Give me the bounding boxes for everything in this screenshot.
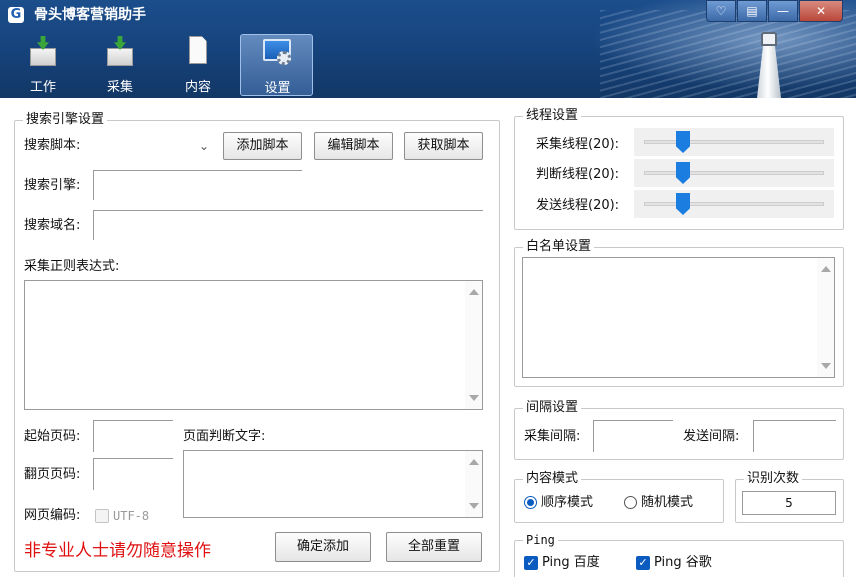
app-window: G 骨头博客营销助手 ♡ ▤ — ✕ 工作 采集 内容 设置 搜索引擎设置 搜索… [0, 0, 856, 577]
page-judge-label: 页面判断文字: [183, 429, 266, 444]
interval-group-title: 间隔设置 [523, 399, 582, 417]
threads-group-title: 线程设置 [523, 107, 582, 125]
utf8-checkbox[interactable] [95, 509, 109, 523]
confirm-add-button[interactable]: 确定添加 [275, 532, 371, 562]
get-script-button[interactable]: 获取脚本 [404, 132, 483, 160]
ping-google-label: Ping 谷歌 [654, 555, 712, 570]
minimize-icon: — [777, 4, 789, 18]
minimize-button[interactable]: — [768, 0, 798, 22]
collect-interval-input[interactable] [593, 420, 673, 452]
reset-all-button[interactable]: 全部重置 [386, 532, 482, 562]
collect-threads-label: 采集线程(20): [536, 137, 620, 152]
send-threads-thumb[interactable] [676, 193, 690, 215]
send-interval-label: 发送间隔: [683, 429, 740, 444]
whitelist-group-title: 白名单设置 [523, 238, 595, 256]
scroll-down-icon[interactable] [469, 503, 479, 509]
content-mode-group-title: 内容模式 [523, 470, 582, 488]
settings-panel: 搜索引擎设置 搜索脚本: ⌄ 添加脚本 编辑脚本 获取脚本 搜索引擎: 搜索域名… [0, 98, 856, 577]
page-turn-label: 翻页页码: [24, 467, 81, 482]
app-logo-icon: G [8, 7, 24, 23]
sequential-mode-label: 顺序模式 [541, 495, 594, 510]
whitelist-textarea[interactable] [522, 257, 835, 378]
collect-interval-label: 采集间隔: [524, 429, 581, 444]
regex-textarea[interactable] [24, 280, 483, 410]
regex-scrollbar[interactable] [465, 281, 482, 409]
add-script-button[interactable]: 添加脚本 [223, 132, 302, 160]
encoding-label: 网页编码: [24, 508, 81, 523]
scroll-up-icon[interactable] [821, 266, 831, 272]
search-domain-input[interactable] [93, 210, 483, 240]
sequential-mode-radio[interactable] [524, 496, 537, 509]
toolbar-content-label: 内容 [184, 80, 211, 95]
random-mode-label: 随机模式 [641, 495, 694, 510]
toolbar-collect-label: 采集 [106, 80, 133, 95]
utf8-checkbox-label: UTF-8 [113, 509, 150, 523]
ping-group-title: Ping [523, 531, 558, 549]
judge-threads-label: 判断线程(20): [536, 167, 620, 182]
ping-baidu-checkbox[interactable]: ✓ [524, 556, 538, 570]
menu-button[interactable]: ▤ [737, 0, 767, 22]
random-mode-radio[interactable] [624, 496, 637, 509]
skin-icon: ♡ [715, 4, 727, 18]
start-page-input[interactable] [93, 420, 173, 452]
page-judge-textarea[interactable] [183, 450, 483, 518]
close-icon: ✕ [815, 4, 827, 18]
search-engine-input[interactable] [93, 170, 302, 200]
download-icon [107, 36, 133, 66]
toolbar-work-button[interactable]: 工作 [13, 34, 73, 96]
search-engine-group-title: 搜索引擎设置 [23, 111, 108, 129]
search-script-label: 搜索脚本: [24, 138, 81, 153]
regex-label: 采集正则表达式: [24, 259, 120, 274]
header-pattern [600, 10, 856, 98]
lighthouse-icon [752, 32, 786, 98]
toolbar-collect-button[interactable]: 采集 [90, 34, 150, 96]
scroll-up-icon[interactable] [469, 459, 479, 465]
judge-threads-slider[interactable] [634, 159, 834, 187]
page-turn-input[interactable] [93, 458, 173, 490]
send-threads-slider[interactable] [634, 190, 834, 218]
recognize-group-title: 识别次数 [744, 470, 803, 488]
scroll-up-icon[interactable] [469, 289, 479, 295]
collect-threads-thumb[interactable] [676, 131, 690, 153]
ping-baidu-label: Ping 百度 [542, 555, 600, 570]
search-engine-label: 搜索引擎: [24, 178, 81, 193]
search-domain-label: 搜索域名: [24, 218, 81, 233]
toolbar-settings-button[interactable]: 设置 [240, 34, 313, 96]
skin-button[interactable]: ♡ [706, 0, 736, 22]
menu-icon: ▤ [746, 4, 758, 18]
toolbar-work-label: 工作 [29, 80, 56, 95]
send-interval-input[interactable] [753, 420, 836, 452]
judge-threads-thumb[interactable] [676, 162, 690, 184]
warning-text: 非专业人士请勿随意操作 [24, 541, 211, 561]
ping-google-checkbox[interactable]: ✓ [636, 556, 650, 570]
chevron-down-icon: ⌄ [198, 139, 209, 153]
toolbar-content-button[interactable]: 内容 [168, 34, 228, 96]
window-title: 骨头博客营销助手 [34, 7, 146, 23]
search-script-select[interactable]: ⌄ [94, 135, 214, 157]
document-icon [185, 36, 211, 66]
edit-script-button[interactable]: 编辑脚本 [314, 132, 393, 160]
whitelist-scrollbar[interactable] [817, 258, 834, 377]
scroll-down-icon[interactable] [469, 395, 479, 401]
scroll-down-icon[interactable] [821, 363, 831, 369]
page-judge-scrollbar[interactable] [465, 451, 482, 517]
title-bar: G 骨头博客营销助手 ♡ ▤ — ✕ 工作 采集 内容 设置 [0, 0, 856, 98]
send-threads-label: 发送线程(20): [536, 198, 620, 213]
inbox-icon [30, 36, 56, 66]
close-button[interactable]: ✕ [799, 0, 843, 22]
start-page-label: 起始页码: [24, 429, 81, 444]
settings-monitor-icon [263, 37, 291, 67]
toolbar-settings-label: 设置 [264, 81, 291, 96]
collect-threads-slider[interactable] [634, 128, 834, 156]
recognize-count-input[interactable]: 5 [742, 491, 836, 515]
